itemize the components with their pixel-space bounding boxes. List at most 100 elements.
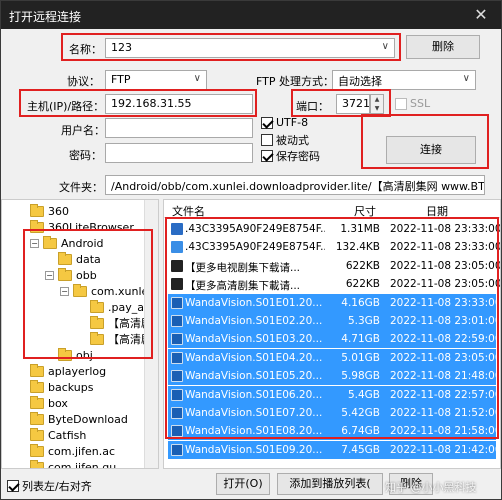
file-name: WandaVision.S01E09.20... xyxy=(185,443,323,456)
tree-item[interactable]: obj xyxy=(58,347,93,363)
passive-checkbox-box[interactable] xyxy=(261,134,273,146)
tree-item-label: ByteDownload xyxy=(48,412,128,426)
file-row[interactable]: 【更多电视剧集下载请... 622KB 2022-11-08 23:05:00 xyxy=(168,257,500,275)
port-input[interactable]: 3721 xyxy=(336,94,370,114)
folder-icon xyxy=(58,251,72,265)
folder-icon xyxy=(43,235,57,249)
save-password-checkbox[interactable]: 保存密码 xyxy=(261,148,320,164)
file-row[interactable]: WandaVision.S01E05.20... 5.98GB 2022-11-08… xyxy=(168,367,500,386)
tree-item[interactable]: box xyxy=(30,395,68,411)
folder-icon xyxy=(30,411,44,425)
list-align-label: 列表左/右对齐 xyxy=(22,480,92,493)
tree-item[interactable]: data xyxy=(58,251,101,267)
nkv-icon xyxy=(171,259,183,272)
collapse-icon[interactable]: − xyxy=(45,270,54,280)
folder-label: 文件夹： xyxy=(59,181,103,194)
host-label: 主机(IP)/路径： xyxy=(27,100,105,113)
collapse-icon[interactable]: − xyxy=(60,286,69,296)
file-row[interactable]: 【更多高清剧集下載请... 622KB 2022-11-08 23:05:00 xyxy=(168,275,500,293)
file-row[interactable]: WandaVision.S01E03.20... 4.71GB 2022-11-08… xyxy=(168,330,500,349)
tree-item[interactable]: Catfish xyxy=(30,427,86,443)
tree-item[interactable]: − Android xyxy=(30,235,104,251)
password-label: 密码： xyxy=(69,149,102,162)
tree-item[interactable]: 360LiteBrowser xyxy=(30,219,134,235)
close-icon[interactable]: ✕ xyxy=(461,1,501,29)
file-row[interactable]: WandaVision.S01E07.20... 5.42GB 2022-11-08… xyxy=(168,404,500,422)
tree-item[interactable]: 【高清剧 xyxy=(90,315,152,331)
tree-scrollbar[interactable] xyxy=(144,200,158,468)
file-name: WandaVision.S01E01.20... xyxy=(185,296,323,309)
ssl-checkbox-box[interactable] xyxy=(395,97,407,110)
file-row[interactable]: WandaVision.S01E06.20... 5.4GB 2022-11-08 … xyxy=(168,385,500,404)
ssl-checkbox[interactable]: SSL xyxy=(395,97,430,110)
file-size: 1.31MB xyxy=(340,223,380,235)
file-row[interactable]: WandaVision.S01E08.20... 6.74GB 2022-11-08… xyxy=(168,422,500,441)
file-row[interactable]: .43C3395A90F249E8754F... 1.31MB 2022-11-08… xyxy=(168,220,500,238)
mb-icon xyxy=(171,223,183,235)
file-row[interactable]: WandaVision.S01E01.20... 4.16GB 2022-11-08… xyxy=(168,293,500,312)
file-date: 2022-11-08 23:05:00 xyxy=(390,259,501,272)
utf8-checkbox[interactable]: UTF-8 xyxy=(261,116,308,129)
chevron-down-icon: ∨ xyxy=(381,41,389,52)
folder-icon xyxy=(90,315,104,329)
protocol-select[interactable]: FTP ∨ xyxy=(105,70,207,90)
save-password-label: 保存密码 xyxy=(276,150,320,163)
utf8-checkbox-box[interactable] xyxy=(261,116,273,129)
file-date: 2022-11-08 23:33:00 xyxy=(390,241,501,254)
folder-tree[interactable]: 360 360LiteBrowser − Android data − obb − c… xyxy=(1,199,159,469)
port-label: 端口： xyxy=(296,100,329,113)
tree-item[interactable]: ByteDownload xyxy=(30,411,128,427)
file-date: 2022-11-08 23:01:00 xyxy=(390,315,501,327)
file-date: 2022-11-08 23:33:00 xyxy=(390,223,501,235)
collapse-icon[interactable]: − xyxy=(30,238,39,248)
username-input[interactable] xyxy=(105,118,253,138)
spin-down-icon[interactable]: ▼ xyxy=(371,104,383,113)
delete-connection-button[interactable]: 删除 xyxy=(406,35,480,59)
open-button[interactable]: 打开(O) xyxy=(216,473,270,495)
file-size: 5.4GB xyxy=(347,388,380,401)
port-spinner[interactable]: ▲ ▼ xyxy=(370,94,384,114)
connect-button[interactable]: 连接 xyxy=(386,136,476,164)
tree-item-label: 360 xyxy=(48,204,69,218)
tree-item[interactable]: com.jifen.qu xyxy=(30,459,116,468)
tree-item[interactable]: aplayerlog xyxy=(30,363,106,379)
passive-checkbox[interactable]: 被动式 xyxy=(261,132,309,148)
tree-item-label: data xyxy=(76,252,101,266)
file-row[interactable]: WandaVision.S01E09.20... 7.45GB 2022-11-08… xyxy=(168,440,500,459)
col-name-header[interactable]: 文件名 xyxy=(172,203,205,219)
tree-item-label: com.jifen.ac xyxy=(48,444,115,458)
file-row[interactable]: WandaVision.S01E04.20... 5.01GB 2022-11-08… xyxy=(168,348,500,367)
host-input[interactable]: 192.168.31.55 xyxy=(105,94,253,114)
file-row[interactable]: WandaVision.S01E02.20... 5.3GB 2022-11-08 … xyxy=(168,312,500,330)
tree-item-label: backups xyxy=(48,380,94,394)
folder-icon xyxy=(30,427,44,441)
file-date: 2022-11-08 21:42:00 xyxy=(390,443,501,456)
ftp-mode-label: FTP 处理方式： xyxy=(256,75,334,88)
video-icon xyxy=(171,370,183,383)
tree-item[interactable]: backups xyxy=(30,379,94,395)
folder-path-input[interactable]: /Android/obb/com.xunlei.downloadprovider… xyxy=(105,175,485,195)
video-icon xyxy=(171,296,183,309)
name-combobox[interactable]: 123 ∨ xyxy=(105,38,395,58)
list-align-checkbox-box[interactable] xyxy=(7,480,19,492)
file-name: WandaVision.S01E06.20... xyxy=(185,388,323,401)
save-password-checkbox-box[interactable] xyxy=(261,150,273,162)
list-align-checkbox[interactable]: 列表左/右对齐 xyxy=(7,478,92,494)
tree-item[interactable]: com.jifen.ac xyxy=(30,443,115,459)
tree-item[interactable]: 360 xyxy=(30,203,69,219)
file-row[interactable]: .43C3395A90F249E8754F... 132.4KB 2022-11-0… xyxy=(168,238,500,256)
add-to-playlist-button[interactable]: 添加到播放列表( xyxy=(277,473,383,495)
tree-item[interactable]: − obb xyxy=(45,267,97,283)
folder-icon xyxy=(90,299,104,313)
ftp-mode-select[interactable]: 自动选择 ∨ xyxy=(332,70,476,90)
video-icon xyxy=(171,315,183,327)
folder-icon xyxy=(30,379,44,393)
tree-item[interactable]: 【高清剧 xyxy=(90,331,152,347)
spin-up-icon[interactable]: ▲ xyxy=(371,95,383,104)
col-date-header[interactable]: 日期 xyxy=(426,203,448,219)
password-input[interactable] xyxy=(105,143,253,163)
col-size-header[interactable]: 尺寸 xyxy=(354,203,376,219)
file-list[interactable]: 文件名 尺寸 日期 .43C3395A90F249E8754F... 1.31MB… xyxy=(163,199,501,469)
file-name: WandaVision.S01E07.20... xyxy=(185,407,323,419)
file-date: 2022-11-08 23:33:00 xyxy=(390,296,501,309)
